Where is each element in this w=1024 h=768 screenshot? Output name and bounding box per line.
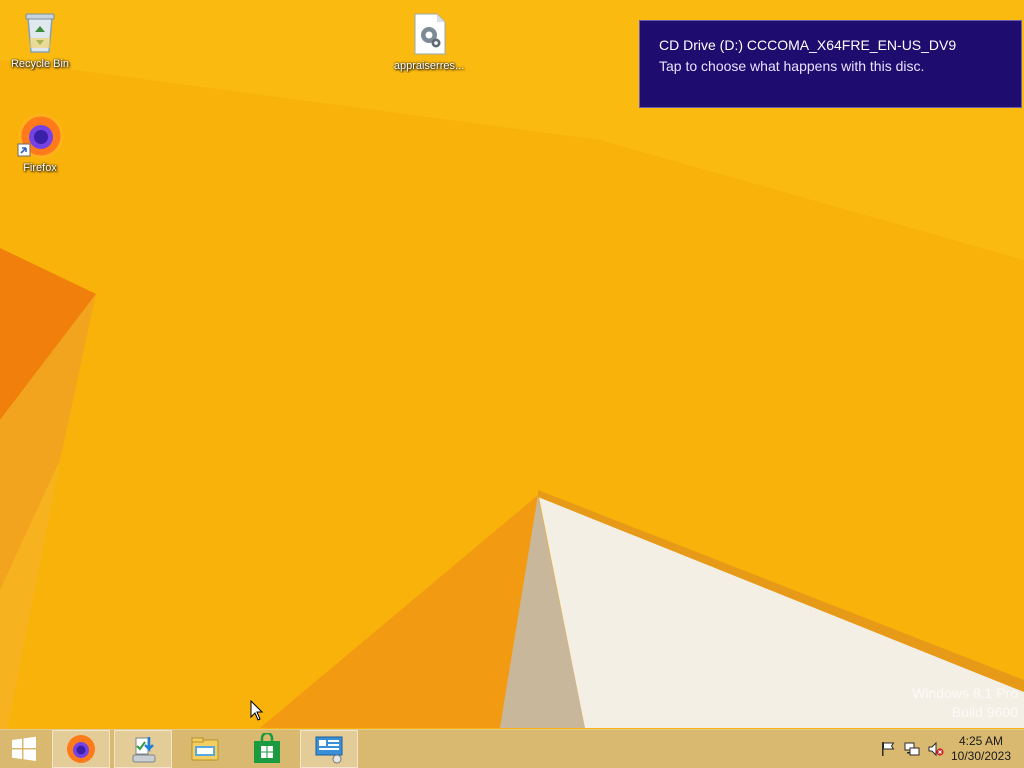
mouse-cursor-icon xyxy=(250,700,264,721)
autoplay-notification[interactable]: CD Drive (D:) CCCOMA_X64FRE_EN-US_DV9 Ta… xyxy=(639,20,1022,108)
store-icon xyxy=(254,733,280,763)
file-explorer-icon xyxy=(191,737,219,761)
taskbar-remote-desktop-button[interactable] xyxy=(300,730,358,768)
desktop-icon-appraiserres[interactable]: appraiserres... xyxy=(389,10,469,73)
firefox-icon xyxy=(16,112,64,160)
watermark-edition: Windows 8.1 Pro xyxy=(912,685,1018,701)
network-icon[interactable] xyxy=(904,741,920,757)
clock-time: 4:25 AM xyxy=(958,734,1004,748)
config-file-icon xyxy=(405,10,453,58)
recycle-bin-label: Recycle Bin xyxy=(10,58,70,70)
taskbar: 4:25 AM 10/30/2023 xyxy=(0,729,1024,768)
firefox-label: Firefox xyxy=(23,162,57,174)
clock-date: 10/30/2023 xyxy=(950,749,1012,763)
firefox-icon xyxy=(67,735,95,763)
volume-muted-icon[interactable] xyxy=(928,741,944,757)
appraiserres-label: appraiserres... xyxy=(393,60,465,72)
taskbar-installer-button[interactable] xyxy=(114,730,172,768)
system-tray: 4:25 AM 10/30/2023 xyxy=(864,730,1024,768)
windows-start-icon xyxy=(12,736,36,761)
notification-message: Tap to choose what happens with this dis… xyxy=(659,58,925,74)
notification-title: CD Drive (D:) CCCOMA_X64FRE_EN-US_DV9 xyxy=(659,37,957,53)
taskbar-store-button[interactable] xyxy=(238,730,296,768)
remote-desktop-icon xyxy=(315,736,343,764)
installer-download-icon xyxy=(132,737,156,763)
desktop-wallpaper xyxy=(0,0,1024,768)
taskbar-file-explorer-button[interactable] xyxy=(176,730,234,768)
desktop-icon-firefox[interactable]: Firefox xyxy=(0,112,80,175)
start-button[interactable] xyxy=(0,730,48,768)
system-clock[interactable]: 4:25 AM 10/30/2023 xyxy=(950,734,1012,764)
recycle-bin-icon xyxy=(16,8,64,56)
desktop-icon-recycle-bin[interactable]: Recycle Bin xyxy=(0,8,80,71)
taskbar-firefox-button[interactable] xyxy=(52,730,110,768)
watermark-build: Build 9600 xyxy=(951,704,1018,720)
action-center-flag-icon[interactable] xyxy=(880,741,896,757)
windows-watermark: Windows 8.1 Pro Build 9600 xyxy=(912,684,1018,722)
